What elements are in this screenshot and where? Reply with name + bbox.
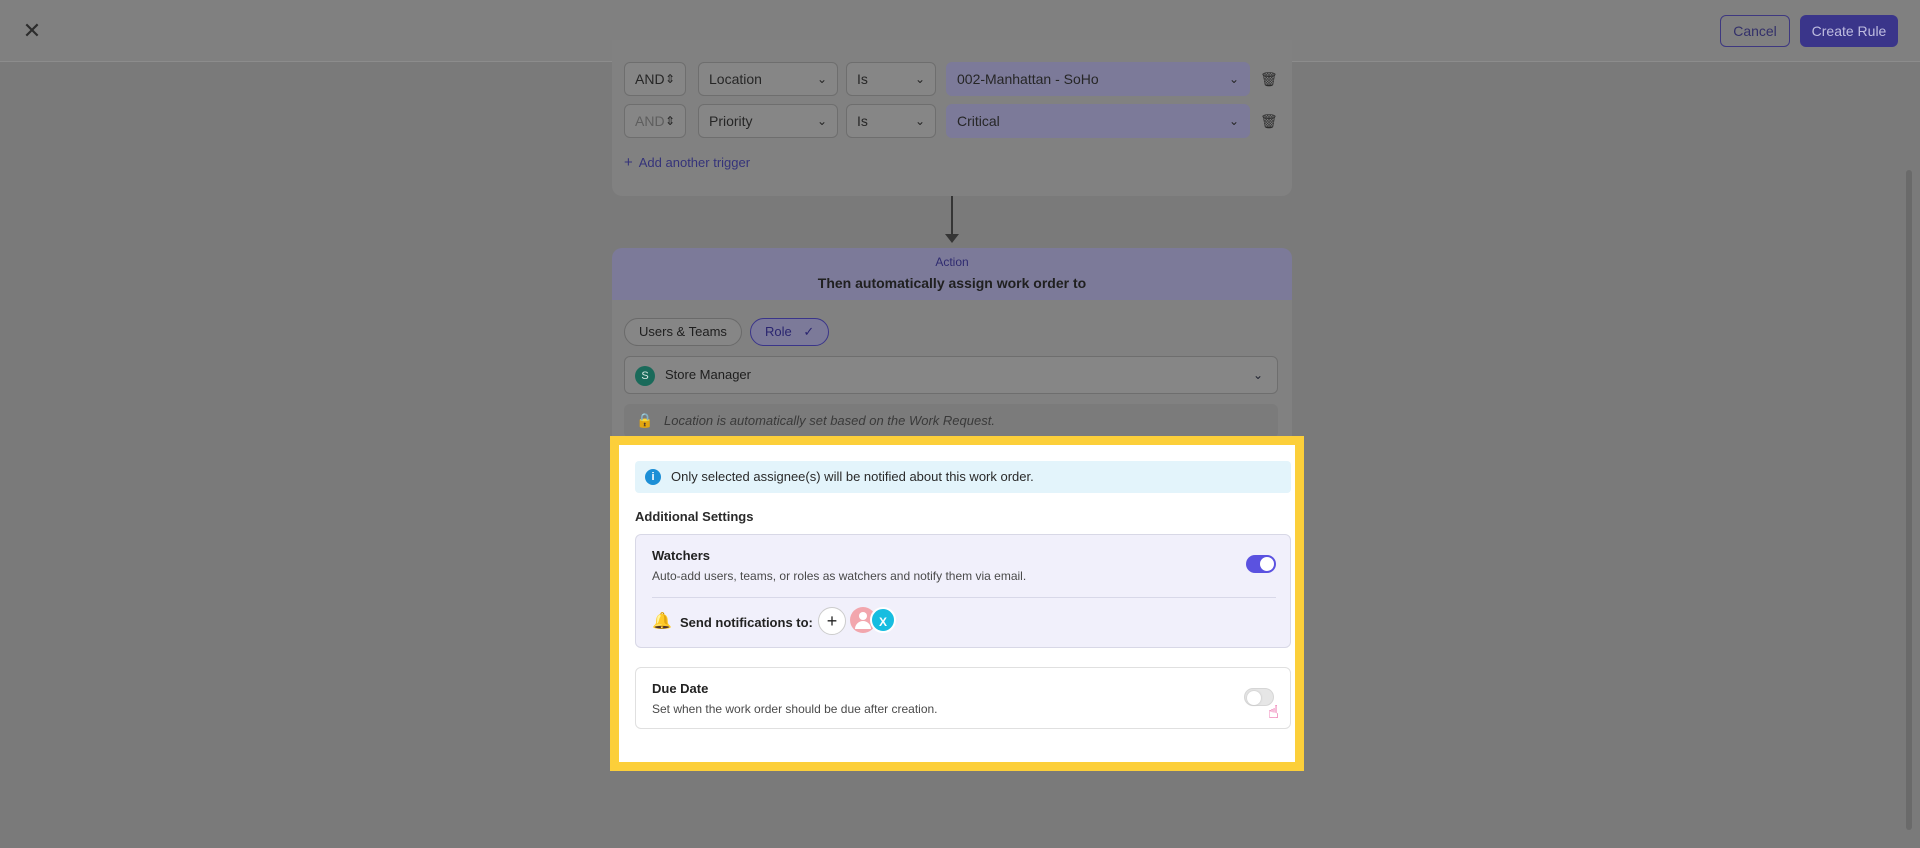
bell-icon: 🔔 xyxy=(652,613,672,630)
comparator-value: Is xyxy=(857,71,868,87)
add-trigger-link[interactable]: + Add another trigger xyxy=(624,154,750,171)
assignee-name: Store Manager xyxy=(665,367,751,382)
due-date-title: Due Date xyxy=(652,681,709,696)
check-icon: ✓ xyxy=(803,324,815,339)
highlighted-settings-panel: i Only selected assignee(s) will be noti… xyxy=(610,436,1304,771)
operator-value: AND xyxy=(635,71,665,87)
chevron-down-icon: ⌄ xyxy=(914,72,925,86)
chevron-down-icon: ⌄ xyxy=(816,114,827,128)
flow-arrow xyxy=(951,196,953,236)
divider xyxy=(652,597,1276,598)
lock-icon: 🔒 xyxy=(636,412,654,428)
field-value: Location xyxy=(709,71,762,87)
location-note-text: Location is automatically set based on t… xyxy=(664,413,995,428)
send-notifications-label: Send notifications to: xyxy=(680,615,813,630)
avatar[interactable]: X xyxy=(870,607,896,633)
trash-icon[interactable]: 🗑 xyxy=(1260,70,1278,88)
action-kicker: Action xyxy=(935,255,969,269)
avatar-head xyxy=(859,612,867,620)
additional-settings-heading: Additional Settings xyxy=(635,509,754,524)
scrollbar[interactable] xyxy=(1906,170,1912,830)
comparator-select-2[interactable]: Is ⌄ xyxy=(846,104,936,138)
action-title: Then automatically assign work order to xyxy=(817,275,1087,291)
chevron-down-icon: ⌄ xyxy=(1252,368,1263,382)
due-date-card: Due Date Set when the work order should … xyxy=(635,667,1291,729)
plus-icon: + xyxy=(624,154,633,171)
operator-select-1[interactable]: AND ⇕ xyxy=(624,62,686,96)
create-rule-button[interactable]: Create Rule xyxy=(1800,15,1898,47)
watchers-title: Watchers xyxy=(652,548,711,563)
hand-pointer-icon: ☝ xyxy=(1268,702,1279,722)
info-banner-text: Only selected assignee(s) will be notifi… xyxy=(671,469,1034,484)
comparator-value: Is xyxy=(857,113,868,129)
trash-icon[interactable]: 🗑 xyxy=(1260,112,1278,130)
field-select-2[interactable]: Priority ⌄ xyxy=(698,104,838,138)
value-select-1[interactable]: 002-Manhattan - SoHo ⌄ xyxy=(946,62,1250,96)
updown-chevron-icon: ⇕ xyxy=(664,72,675,86)
chevron-down-icon: ⌄ xyxy=(1228,114,1239,128)
field-value: Priority xyxy=(709,113,753,129)
watchers-toggle[interactable] xyxy=(1246,555,1276,573)
value-text: 002-Manhattan - SoHo xyxy=(957,71,1099,87)
avatar-body xyxy=(855,621,871,629)
tab-role[interactable]: Role ✓ xyxy=(750,318,830,346)
operator-select-2: AND ⇕ xyxy=(624,104,686,138)
chevron-down-icon: ⌄ xyxy=(1228,72,1239,86)
comparator-select-1[interactable]: Is ⌄ xyxy=(846,62,936,96)
value-select-2[interactable]: Critical ⌄ xyxy=(946,104,1250,138)
value-text: Critical xyxy=(957,113,1000,129)
location-note: 🔒 Location is automatically set based on… xyxy=(624,404,1278,438)
avatar: S xyxy=(635,366,655,386)
add-watcher-button[interactable]: + xyxy=(818,607,846,635)
watchers-card: Watchers Auto-add users, teams, or roles… xyxy=(635,534,1291,648)
cancel-button[interactable]: Cancel xyxy=(1720,15,1790,47)
assignee-select[interactable]: S Store Manager ⌄ xyxy=(624,356,1278,394)
operator-value: AND xyxy=(635,113,665,129)
triggers-card: AND ⇕ Location ⌄ Is ⌄ 002-Manhattan - So… xyxy=(612,40,1292,196)
tab-role-label: Role xyxy=(765,324,792,339)
toggle-knob xyxy=(1260,557,1274,571)
due-date-description: Set when the work order should be due af… xyxy=(652,702,938,716)
close-icon[interactable]: ✕ xyxy=(20,19,44,43)
watchers-description: Auto-add users, teams, or roles as watch… xyxy=(652,569,1027,583)
chevron-down-icon: ⌄ xyxy=(816,72,827,86)
info-banner: i Only selected assignee(s) will be noti… xyxy=(635,461,1291,493)
updown-chevron-icon: ⇕ xyxy=(664,114,675,128)
add-trigger-label: Add another trigger xyxy=(638,155,751,170)
chevron-down-icon: ⌄ xyxy=(914,114,925,128)
field-select-1[interactable]: Location ⌄ xyxy=(698,62,838,96)
info-icon: i xyxy=(645,469,661,485)
action-header: Action Then automatically assign work or… xyxy=(612,248,1292,300)
tab-users-teams[interactable]: Users & Teams xyxy=(624,318,742,346)
action-card: Users & Teams Role ✓ S Store Manager ⌄ 🔒… xyxy=(612,300,1292,446)
arrow-down-icon xyxy=(945,234,959,243)
toggle-knob xyxy=(1247,691,1261,705)
